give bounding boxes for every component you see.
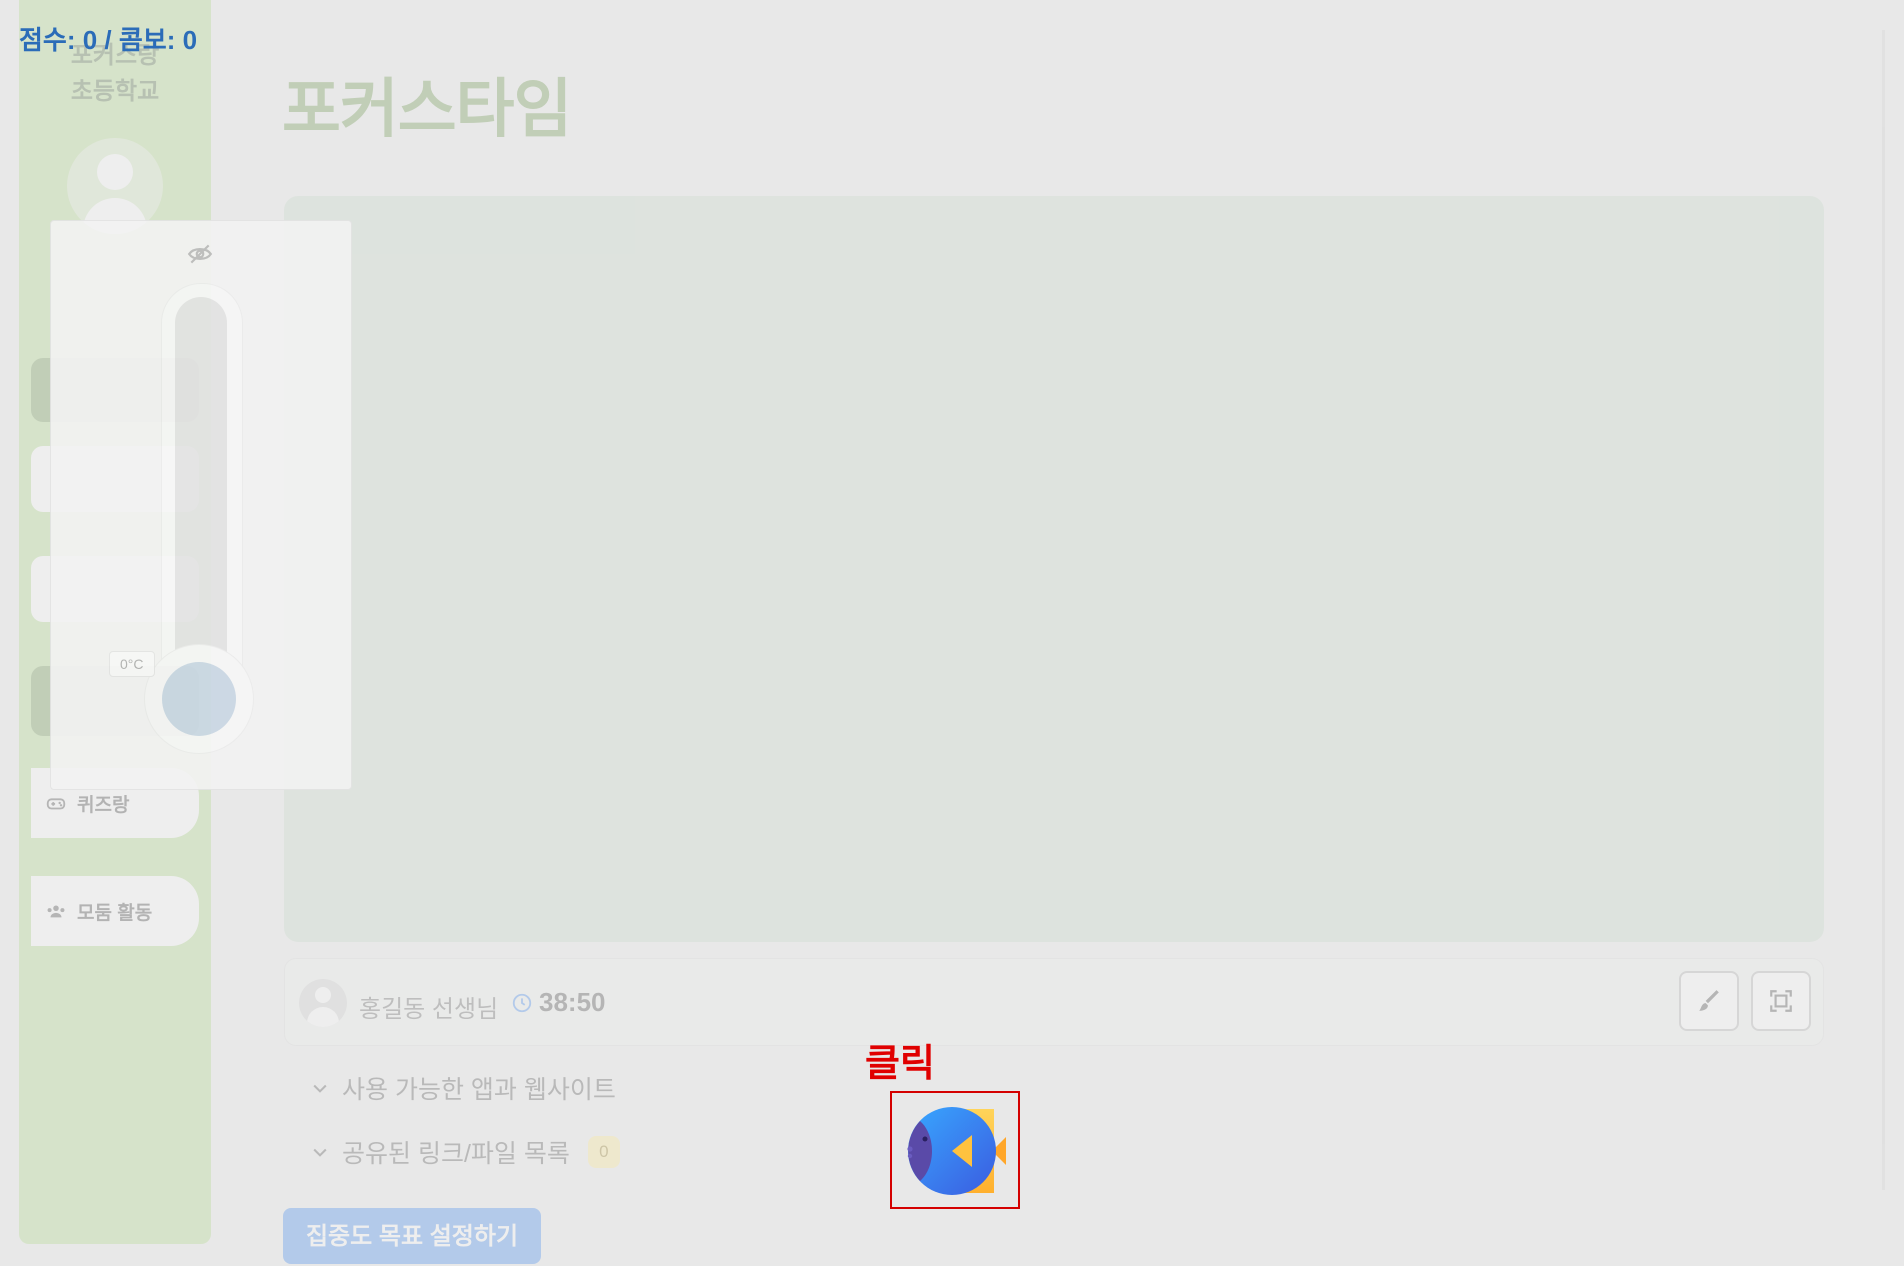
brush-icon: [1699, 990, 1719, 1011]
thermometer-column: [175, 297, 227, 687]
teacher-avatar: [299, 979, 347, 1027]
fish-target[interactable]: [890, 1091, 1020, 1209]
temperature-label: 0°C: [109, 651, 155, 677]
clock-icon: [512, 993, 532, 1013]
scrollbar[interactable]: [1882, 30, 1885, 1190]
teacher-bar: 홍길동 선생님 38:50: [284, 958, 1824, 1046]
links-count-badge: 0: [587, 1136, 620, 1168]
school-name-line2: 초등학교: [70, 78, 160, 105]
links-label: 공유된 링크/파일 목록: [342, 1140, 570, 1168]
group-icon: [47, 905, 65, 918]
timer: 38:50: [539, 987, 606, 1017]
chevron-down-icon: [313, 1084, 327, 1093]
sidebar-item-label: 퀴즈랑: [77, 794, 130, 816]
main-stage-area: [284, 196, 1824, 942]
score-display: 점수: 0 / 콤보: 0: [19, 25, 198, 55]
fullscreen-icon: [1770, 990, 1792, 1012]
apps-label: 사용 가능한 앱과 웹사이트: [342, 1076, 616, 1104]
game-controller-icon: [46, 798, 66, 810]
thermometer-panel: 0°C: [50, 220, 352, 790]
links-expander[interactable]: 공유된 링크/파일 목록 0: [310, 1134, 620, 1170]
sidebar-item-group[interactable]: 모둠 활동: [31, 876, 199, 946]
fullscreen-button[interactable]: [1751, 971, 1811, 1031]
apps-expander[interactable]: 사용 가능한 앱과 웹사이트: [310, 1070, 616, 1106]
teacher-name: 홍길동 선생님: [359, 996, 499, 1023]
brush-button[interactable]: [1679, 971, 1739, 1031]
eye-off-icon[interactable]: [187, 241, 213, 267]
chevron-down-icon: [313, 1148, 327, 1157]
page-title: 포커스타임: [282, 73, 572, 145]
fish-icon[interactable]: [902, 1101, 1008, 1201]
goal-button[interactable]: 집중도 목표 설정하기: [283, 1208, 541, 1264]
thermometer-bulb: [162, 662, 236, 736]
click-hint: 클릭: [865, 1043, 935, 1085]
sidebar-item-label: 모둠 활동: [77, 902, 153, 924]
